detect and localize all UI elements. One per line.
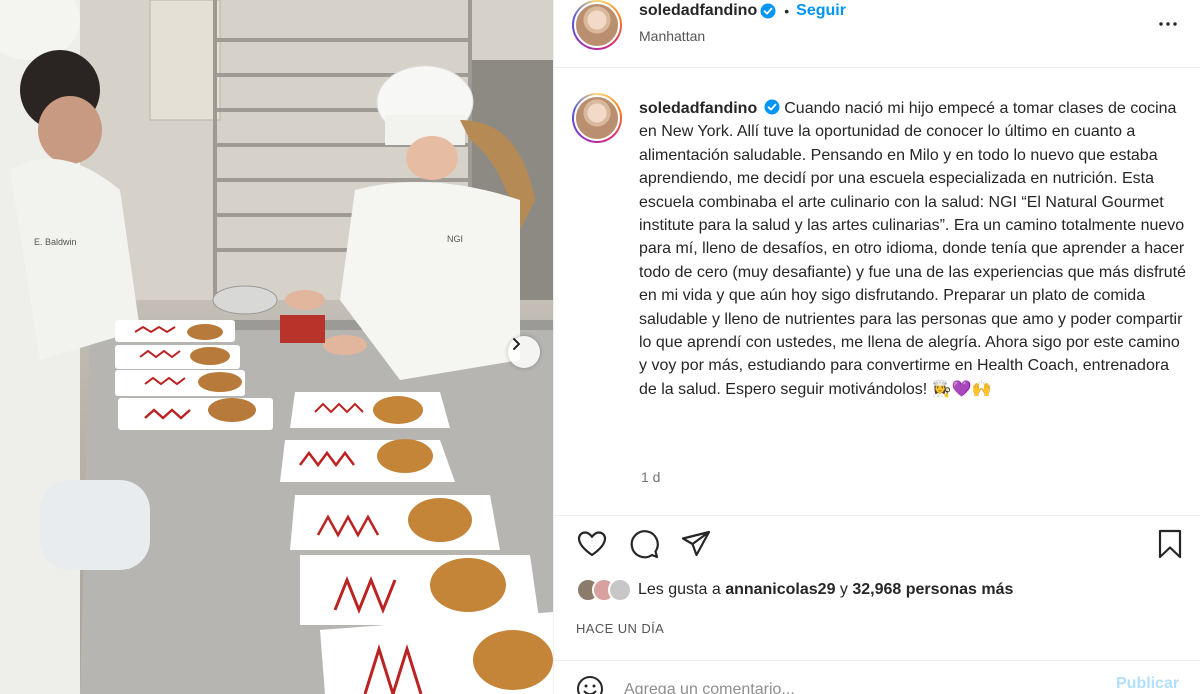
chevron-right-icon xyxy=(513,338,520,350)
heart-icon[interactable] xyxy=(576,528,608,560)
author-username[interactable]: soledadfandino xyxy=(639,2,757,20)
verified-badge-icon xyxy=(760,3,776,19)
more-horizontal-icon[interactable] xyxy=(1156,12,1180,36)
separator-dot: • xyxy=(784,3,790,19)
share-icon[interactable] xyxy=(680,528,712,560)
emoji-icon[interactable] xyxy=(576,675,604,694)
likes-summary: Les gusta a annanicolas29 y 32,968 perso… xyxy=(638,581,1013,599)
comment-input[interactable] xyxy=(624,675,1084,694)
caption-author-avatar[interactable] xyxy=(572,93,622,143)
likes-user-link[interactable]: annanicolas29 xyxy=(725,581,835,598)
jacket-name-left: E. Baldwin xyxy=(34,237,77,247)
caption-username[interactable]: soledadfandino xyxy=(639,100,757,117)
post-caption: soledadfandino Cuando nació mi hijo empe… xyxy=(639,97,1191,401)
comment-bar: Publicar xyxy=(554,660,1200,694)
comment-icon[interactable] xyxy=(628,528,660,560)
likes-count-link[interactable]: 32,968 personas más xyxy=(852,581,1013,598)
post-header: soledadfandino • Seguir Manhattan xyxy=(554,0,1200,68)
follow-button[interactable]: Seguir xyxy=(796,2,846,20)
likes-row: Les gusta a annanicolas29 y 32,968 perso… xyxy=(576,578,1013,602)
likes-joiner: y xyxy=(839,581,848,598)
likes-prefix: Les gusta a xyxy=(638,581,721,598)
bookmark-icon[interactable] xyxy=(1154,528,1186,560)
liker-avatar[interactable] xyxy=(608,578,632,602)
caption-section: soledadfandino Cuando nació mi hijo empe… xyxy=(554,69,1200,515)
verified-badge-icon xyxy=(764,99,780,115)
caption-timestamp[interactable]: 1 d xyxy=(641,469,660,485)
post-date[interactable]: HACE UN DÍA xyxy=(576,621,664,636)
post-photo[interactable]: E. Baldwin NGI xyxy=(0,0,553,694)
publish-button[interactable]: Publicar xyxy=(1116,675,1179,693)
kitchen-photo-illustration: E. Baldwin NGI xyxy=(0,0,553,694)
jacket-name-right: NGI xyxy=(447,234,463,244)
next-photo-button[interactable] xyxy=(508,336,540,368)
post-location[interactable]: Manhattan xyxy=(639,28,705,44)
author-avatar[interactable] xyxy=(572,0,622,50)
post-side-panel: soledadfandino • Seguir Manhattan soleda… xyxy=(553,0,1200,694)
action-bar xyxy=(554,515,1200,575)
caption-text: Cuando nació mi hijo empecé a tomar clas… xyxy=(639,100,1186,398)
